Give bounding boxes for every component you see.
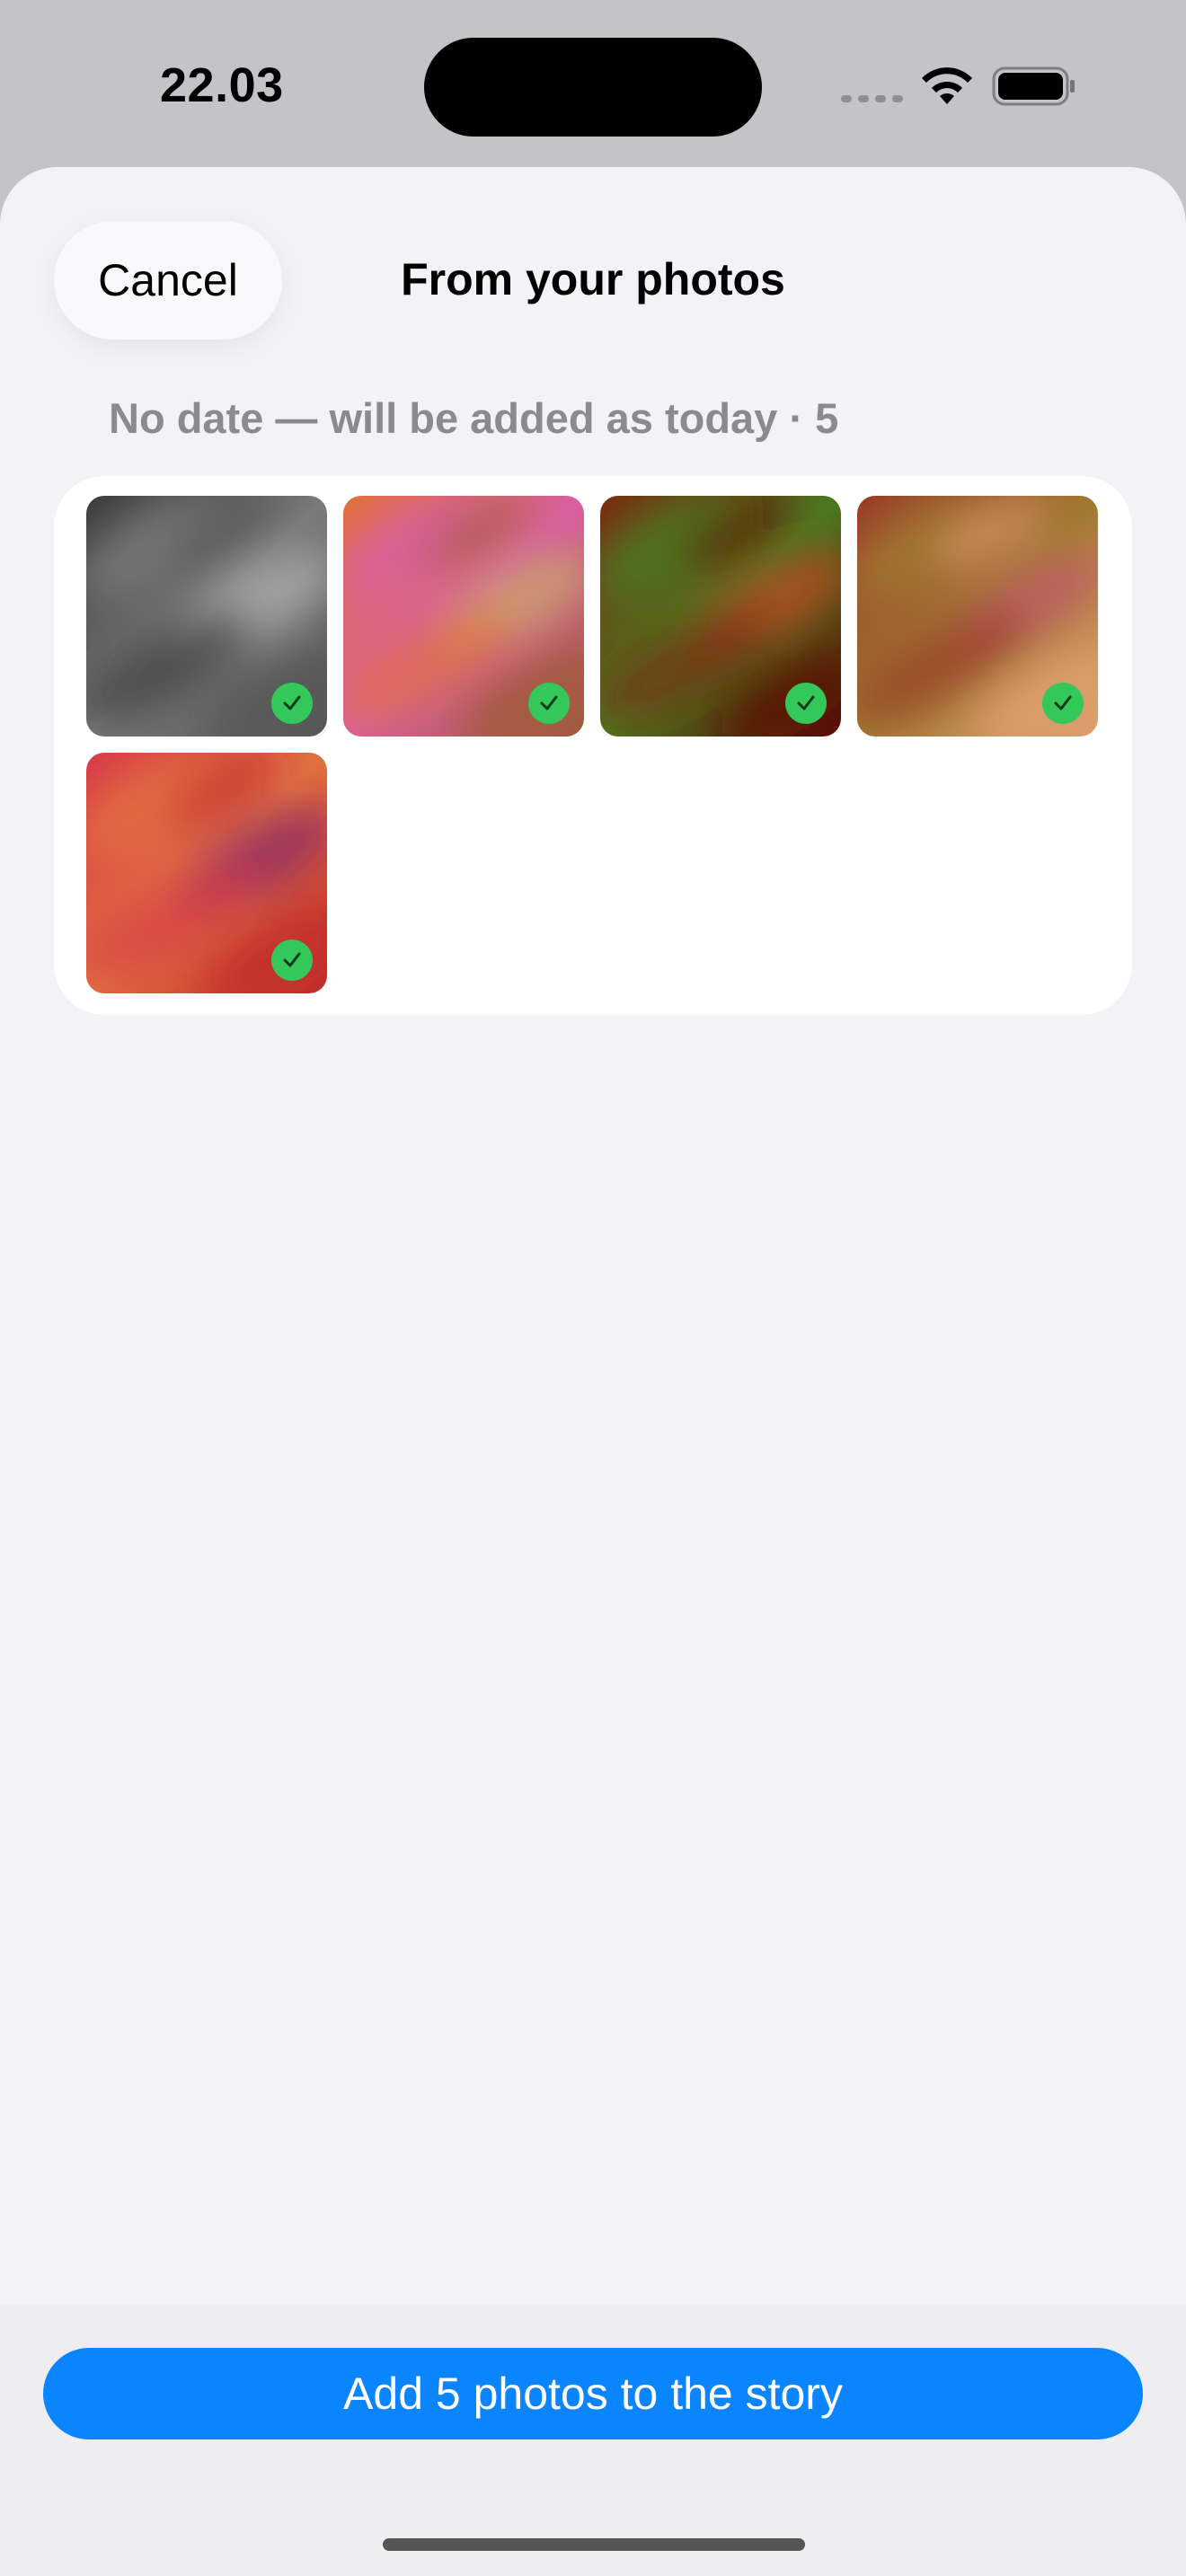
cellular-signal-icon (841, 95, 903, 102)
photo-thumbnail[interactable] (600, 496, 841, 737)
checkmark-icon (528, 683, 570, 724)
battery-icon (992, 66, 1075, 106)
checkmark-icon (785, 683, 827, 724)
status-time: 22.03 (160, 58, 284, 112)
checkmark-icon (271, 940, 313, 981)
photo-thumbnail[interactable] (857, 496, 1098, 737)
photo-thumbnail[interactable] (86, 753, 327, 993)
section-header: No date — will be added as today · 5 (109, 394, 839, 442)
home-indicator[interactable] (383, 2538, 805, 2551)
dynamic-island (424, 38, 762, 137)
checkmark-icon (1042, 683, 1084, 724)
checkmark-icon (271, 683, 313, 724)
add-photos-button[interactable]: Add 5 photos to the story (43, 2348, 1143, 2439)
wifi-icon (922, 67, 972, 104)
bottom-bar: Add 5 photos to the story (0, 2305, 1186, 2576)
cancel-button[interactable]: Cancel (54, 221, 282, 340)
photo-thumbnail[interactable] (86, 496, 327, 737)
photo-picker-screen: 22.03 From your photos Cancel No date — … (0, 0, 1186, 2576)
photo-thumbnail[interactable] (343, 496, 584, 737)
photo-picker-sheet: From your photos Cancel No date — will b… (0, 167, 1186, 2576)
photo-grid (54, 476, 1132, 1015)
